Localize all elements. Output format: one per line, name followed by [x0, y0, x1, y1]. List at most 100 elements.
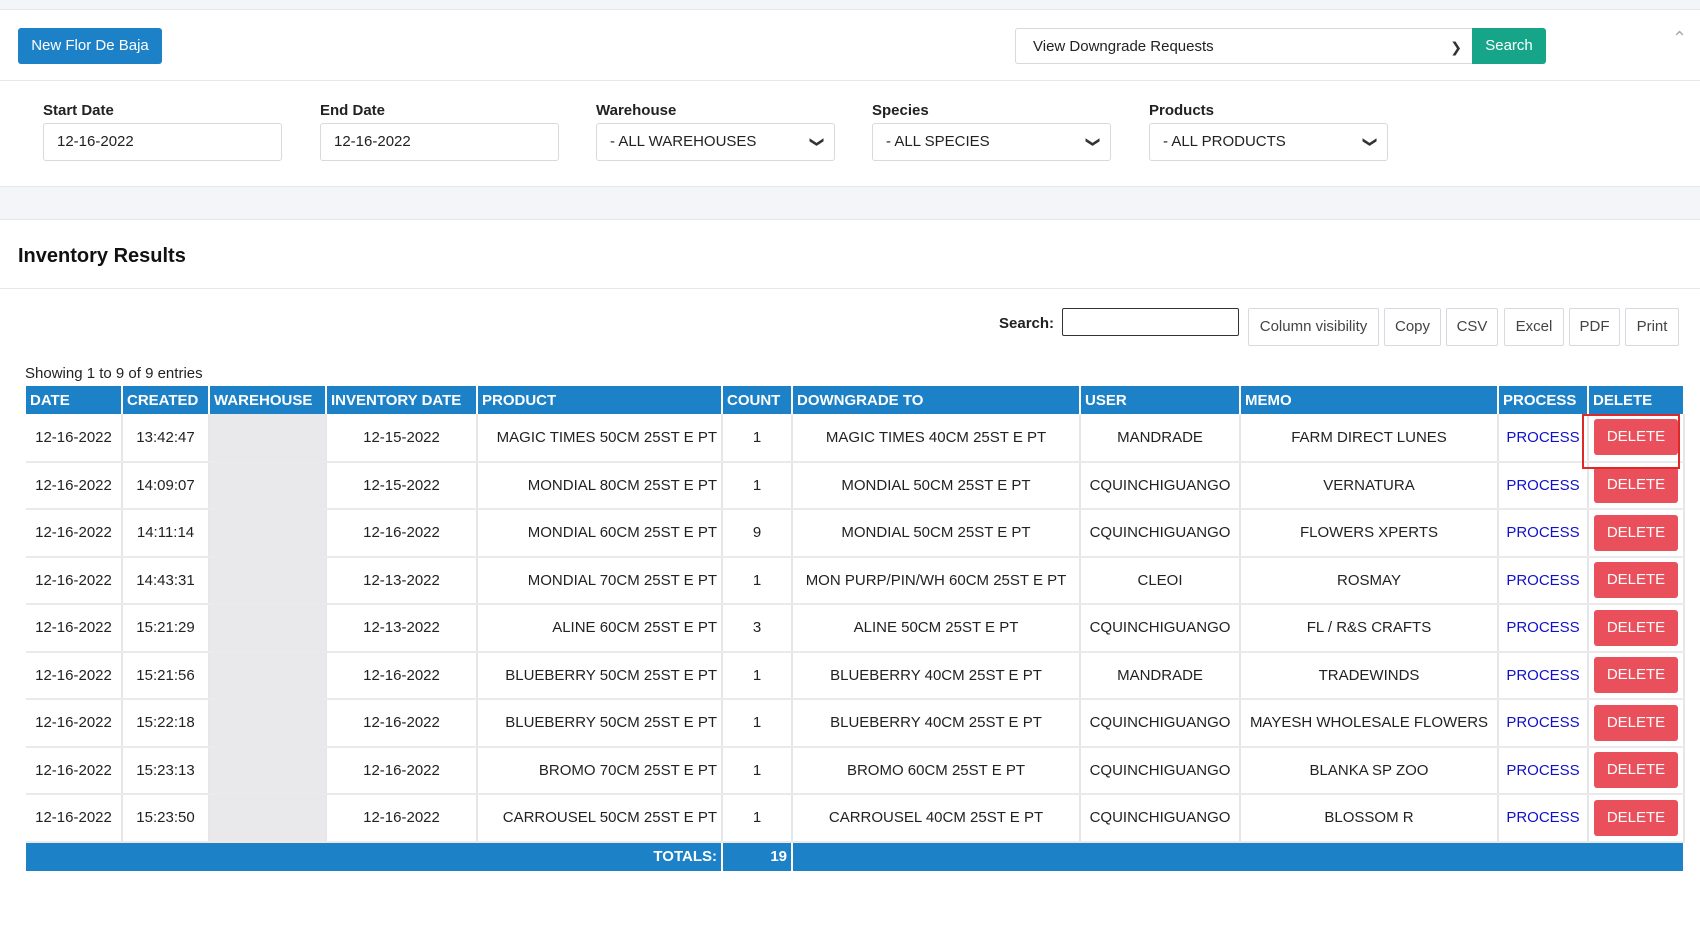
cell-inventory-date: 12-16-2022 — [326, 509, 478, 558]
table-row: 12-16-2022 14:43:31 12-13-2022 MONDIAL 70CM… — [26, 556, 1685, 605]
species-select-value: - ALL SPECIES — [886, 133, 990, 150]
column-header-warehouse[interactable]: WAREHOUSE — [209, 386, 327, 414]
cell-process: PROCESS — [1498, 699, 1589, 748]
csv-button[interactable]: CSV — [1446, 308, 1498, 346]
cell-date: 12-16-2022 — [26, 509, 123, 558]
products-select-value: - ALL PRODUCTS — [1163, 133, 1286, 150]
cell-created: 15:21:56 — [122, 651, 210, 700]
cell-date: 12-16-2022 — [26, 651, 123, 700]
column-header-delete[interactable]: DELETE — [1588, 386, 1685, 414]
totals-empty — [792, 841, 1685, 871]
table-row: 12-16-2022 14:11:14 12-16-2022 MONDIAL 60CM… — [26, 509, 1685, 558]
column-header-inventory-date[interactable]: INVENTORY DATE — [326, 386, 478, 414]
table-row: 12-16-2022 14:09:07 12-15-2022 MONDIAL 80CM… — [26, 461, 1685, 510]
delete-button[interactable]: DELETE — [1594, 467, 1678, 504]
delete-button[interactable]: DELETE — [1594, 514, 1678, 551]
print-button[interactable]: Print — [1625, 308, 1679, 346]
cell-memo: MAYESH WHOLESALE FLOWERS — [1240, 699, 1499, 748]
process-link[interactable]: PROCESS — [1506, 667, 1579, 684]
cell-downgrade-to: MONDIAL 50CM 25ST E PT — [792, 509, 1081, 558]
cell-date: 12-16-2022 — [26, 461, 123, 510]
cell-user: CQUINCHIGUANGO — [1080, 746, 1241, 795]
cell-downgrade-to: BROMO 60CM 25ST E PT — [792, 746, 1081, 795]
copy-button[interactable]: Copy — [1384, 308, 1441, 346]
cell-count: 1 — [722, 794, 793, 843]
column-header-date[interactable]: DATE — [26, 386, 123, 414]
cell-user: CLEOI — [1080, 556, 1241, 605]
start-date-label: Start Date — [43, 102, 114, 119]
delete-button[interactable]: DELETE — [1594, 752, 1678, 789]
cell-warehouse — [209, 699, 327, 748]
species-label: Species — [872, 102, 929, 119]
column-header-downgrade-to[interactable]: DOWNGRADE TO — [792, 386, 1081, 414]
cell-process: PROCESS — [1498, 556, 1589, 605]
cell-memo: FLOWERS XPERTS — [1240, 509, 1499, 558]
view-select[interactable]: View Downgrade Requests ❯ — [1015, 28, 1472, 64]
chevron-down-icon: ❯ — [1363, 136, 1380, 148]
divider — [0, 80, 1700, 81]
column-header-created[interactable]: CREATED — [122, 386, 210, 414]
cell-count: 3 — [722, 604, 793, 653]
process-link[interactable]: PROCESS — [1506, 809, 1579, 826]
cell-warehouse — [209, 509, 327, 558]
column-header-count[interactable]: COUNT — [722, 386, 793, 414]
delete-button[interactable]: DELETE — [1594, 609, 1678, 646]
delete-button[interactable]: DELETE — [1594, 799, 1678, 836]
cell-product: MONDIAL 70CM 25ST E PT — [477, 556, 723, 605]
products-select[interactable]: - ALL PRODUCTS ❯ — [1149, 123, 1388, 161]
pdf-button[interactable]: PDF — [1569, 308, 1620, 346]
column-header-memo[interactable]: MEMO — [1240, 386, 1499, 414]
new-flor-de-baja-button[interactable]: New Flor De Baja — [18, 28, 162, 64]
delete-button[interactable]: DELETE — [1594, 562, 1678, 599]
cell-inventory-date: 12-13-2022 — [326, 604, 478, 653]
species-select[interactable]: - ALL SPECIES ❯ — [872, 123, 1111, 161]
delete-button[interactable]: DELETE — [1594, 704, 1678, 741]
column-header-product[interactable]: PRODUCT — [477, 386, 723, 414]
cell-memo: BLOSSOM R — [1240, 794, 1499, 843]
table-row: 12-16-2022 15:21:56 12-16-2022 BLUEBERRY 50… — [26, 651, 1685, 700]
process-link[interactable]: PROCESS — [1506, 714, 1579, 731]
column-visibility-button[interactable]: Column visibility — [1248, 308, 1379, 346]
process-link[interactable]: PROCESS — [1506, 429, 1579, 446]
cell-product: BLUEBERRY 50CM 25ST E PT — [477, 699, 723, 748]
divider — [0, 288, 1700, 289]
search-button[interactable]: Search — [1472, 28, 1546, 64]
cell-warehouse — [209, 461, 327, 510]
cell-memo: FARM DIRECT LUNES — [1240, 414, 1499, 463]
process-link[interactable]: PROCESS — [1506, 572, 1579, 589]
column-header-process[interactable]: PROCESS — [1498, 386, 1589, 414]
process-link[interactable]: PROCESS — [1506, 477, 1579, 494]
column-header-user[interactable]: USER — [1080, 386, 1241, 414]
table-search-input[interactable] — [1062, 308, 1239, 336]
excel-button[interactable]: Excel — [1504, 308, 1564, 346]
cell-process: PROCESS — [1498, 509, 1589, 558]
chevron-down-icon: ❯ — [810, 136, 827, 148]
cell-memo: BLANKA SP ZOO — [1240, 746, 1499, 795]
entries-info: Showing 1 to 9 of 9 entries — [25, 365, 203, 382]
cell-delete: DELETE — [1588, 699, 1685, 748]
cell-user: CQUINCHIGUANGO — [1080, 509, 1241, 558]
end-date-field[interactable]: 12-16-2022 — [320, 123, 559, 161]
process-link[interactable]: PROCESS — [1506, 524, 1579, 541]
products-label: Products — [1149, 102, 1215, 119]
cell-created: 15:21:29 — [122, 604, 210, 653]
process-link[interactable]: PROCESS — [1506, 762, 1579, 779]
chevron-up-icon[interactable]: ⌃ — [1672, 28, 1687, 49]
cell-count: 1 — [722, 651, 793, 700]
table-row: 12-16-2022 13:42:47 12-15-2022 MAGIC TIMES … — [26, 414, 1685, 463]
totals-row: TOTALS: 19 — [26, 841, 1685, 871]
cell-delete: DELETE — [1588, 746, 1685, 795]
cell-memo: FL / R&S CRAFTS — [1240, 604, 1499, 653]
cell-user: CQUINCHIGUANGO — [1080, 794, 1241, 843]
cell-process: PROCESS — [1498, 651, 1589, 700]
cell-product: BROMO 70CM 25ST E PT — [477, 746, 723, 795]
delete-button[interactable]: DELETE — [1594, 657, 1678, 694]
warehouse-select[interactable]: - ALL WAREHOUSES ❯ — [596, 123, 835, 161]
process-link[interactable]: PROCESS — [1506, 619, 1579, 636]
top-strip — [0, 0, 1700, 10]
cell-created: 14:43:31 — [122, 556, 210, 605]
start-date-field[interactable]: 12-16-2022 — [43, 123, 282, 161]
cell-date: 12-16-2022 — [26, 699, 123, 748]
cell-downgrade-to: CARROUSEL 40CM 25ST E PT — [792, 794, 1081, 843]
warehouse-label: Warehouse — [596, 102, 677, 119]
